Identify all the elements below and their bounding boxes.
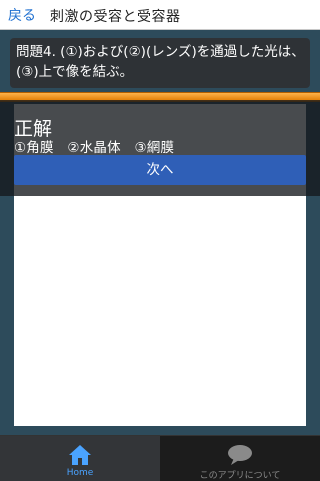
- chat-bubble-icon: [226, 443, 254, 471]
- bottom-tab-bar: Home このアプリについて: [0, 435, 320, 481]
- question-panel: 問題4. (①)および(②)(レンズ)を通過した光は、(③)上で像を結ぶ。: [10, 38, 310, 88]
- question-text: 問題4. (①)および(②)(レンズ)を通過した光は、(③)上で像を結ぶ。: [16, 44, 305, 80]
- tab-about[interactable]: このアプリについて: [160, 436, 320, 481]
- tab-home[interactable]: Home: [0, 436, 160, 481]
- tab-home-label: Home: [66, 468, 94, 478]
- back-button[interactable]: 戻る: [8, 5, 36, 25]
- tab-about-label: このアプリについて: [199, 471, 281, 481]
- correct-answer-text: ①角膜 ②水晶体 ③網膜: [14, 140, 175, 156]
- page-title: 刺激の受容と受容器: [50, 9, 181, 25]
- next-button[interactable]: 次へ: [14, 155, 306, 185]
- home-icon: [67, 443, 93, 471]
- app-header: 戻る 刺激の受容と受容器: [0, 0, 320, 30]
